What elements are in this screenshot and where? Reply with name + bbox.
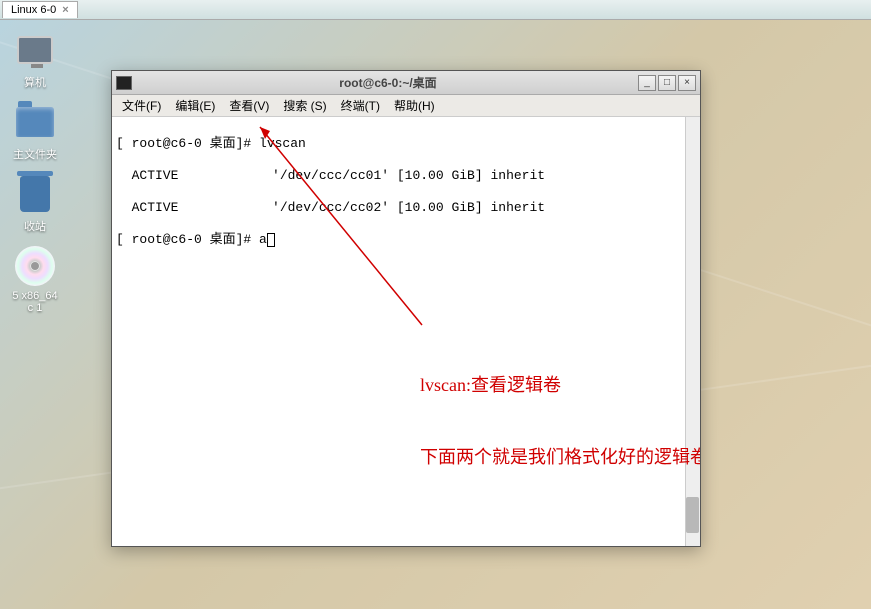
scroll-thumb[interactable] bbox=[686, 497, 699, 533]
terminal-line: [ root@c6-0 桌面]# lvscan bbox=[116, 135, 696, 152]
terminal-window: root@c6-0:~/桌面 _ □ × 文件(F) 编辑(E) 查看(V) 搜… bbox=[111, 70, 701, 547]
desktop-icon-label: 算机 bbox=[2, 74, 68, 90]
menu-help[interactable]: 帮助(H) bbox=[388, 95, 441, 116]
annotation-line2: 下面两个就是我们格式化好的逻辑卷 bbox=[420, 445, 700, 469]
desktop-icons: 算机 主文件夹 收站 5 x86_64 c 1 bbox=[2, 28, 68, 324]
close-button[interactable]: × bbox=[678, 75, 696, 91]
menu-search[interactable]: 搜索 (S) bbox=[277, 95, 332, 116]
terminal-icon bbox=[116, 76, 132, 90]
annotation-line1: lvscan:查看逻辑卷 bbox=[420, 373, 700, 397]
desktop-icon-label2: c 1 bbox=[2, 302, 68, 314]
desktop-icon-home[interactable]: 主文件夹 bbox=[2, 100, 68, 162]
desktop-icon-computer[interactable]: 算机 bbox=[2, 28, 68, 90]
trash-icon bbox=[20, 176, 50, 212]
desktop-icon-trash[interactable]: 收站 bbox=[2, 172, 68, 234]
vm-tab-label: Linux 6-0 bbox=[11, 4, 56, 16]
menu-edit[interactable]: 编辑(E) bbox=[169, 95, 221, 116]
vm-tab[interactable]: Linux 6-0 × bbox=[2, 1, 78, 18]
menubar: 文件(F) 编辑(E) 查看(V) 搜索 (S) 终端(T) 帮助(H) bbox=[112, 95, 700, 117]
vm-tab-bar: Linux 6-0 × bbox=[0, 0, 871, 20]
menu-view[interactable]: 查看(V) bbox=[223, 95, 275, 116]
cursor-icon bbox=[267, 233, 275, 247]
dvd-icon bbox=[15, 246, 55, 286]
desktop-icon-label: 收站 bbox=[2, 218, 68, 234]
terminal-line: ACTIVE '/dev/ccc/cc02' [10.00 GiB] inher… bbox=[116, 199, 696, 216]
computer-icon bbox=[17, 36, 53, 64]
terminal-line: [ root@c6-0 桌面]# a bbox=[116, 231, 696, 248]
scrollbar[interactable] bbox=[685, 117, 700, 546]
menu-file[interactable]: 文件(F) bbox=[116, 95, 167, 116]
annotation-text: lvscan:查看逻辑卷 下面两个就是我们格式化好的逻辑卷 bbox=[420, 325, 700, 517]
desktop-icon-label: 主文件夹 bbox=[2, 146, 68, 162]
terminal-body[interactable]: [ root@c6-0 桌面]# lvscan ACTIVE '/dev/ccc… bbox=[112, 117, 700, 546]
vm-tab-close-icon[interactable]: × bbox=[62, 4, 68, 16]
window-title: root@c6-0:~/桌面 bbox=[140, 74, 636, 91]
titlebar[interactable]: root@c6-0:~/桌面 _ □ × bbox=[112, 71, 700, 95]
desktop-icon-dvd[interactable]: 5 x86_64 c 1 bbox=[2, 244, 68, 314]
menu-terminal[interactable]: 终端(T) bbox=[335, 95, 386, 116]
maximize-button[interactable]: □ bbox=[658, 75, 676, 91]
folder-icon bbox=[16, 107, 54, 137]
desktop-icon-label: 5 x86_64 bbox=[2, 290, 68, 302]
terminal-line: ACTIVE '/dev/ccc/cc01' [10.00 GiB] inher… bbox=[116, 167, 696, 184]
terminal-prompt: [ root@c6-0 桌面]# a bbox=[116, 232, 267, 247]
minimize-button[interactable]: _ bbox=[638, 75, 656, 91]
